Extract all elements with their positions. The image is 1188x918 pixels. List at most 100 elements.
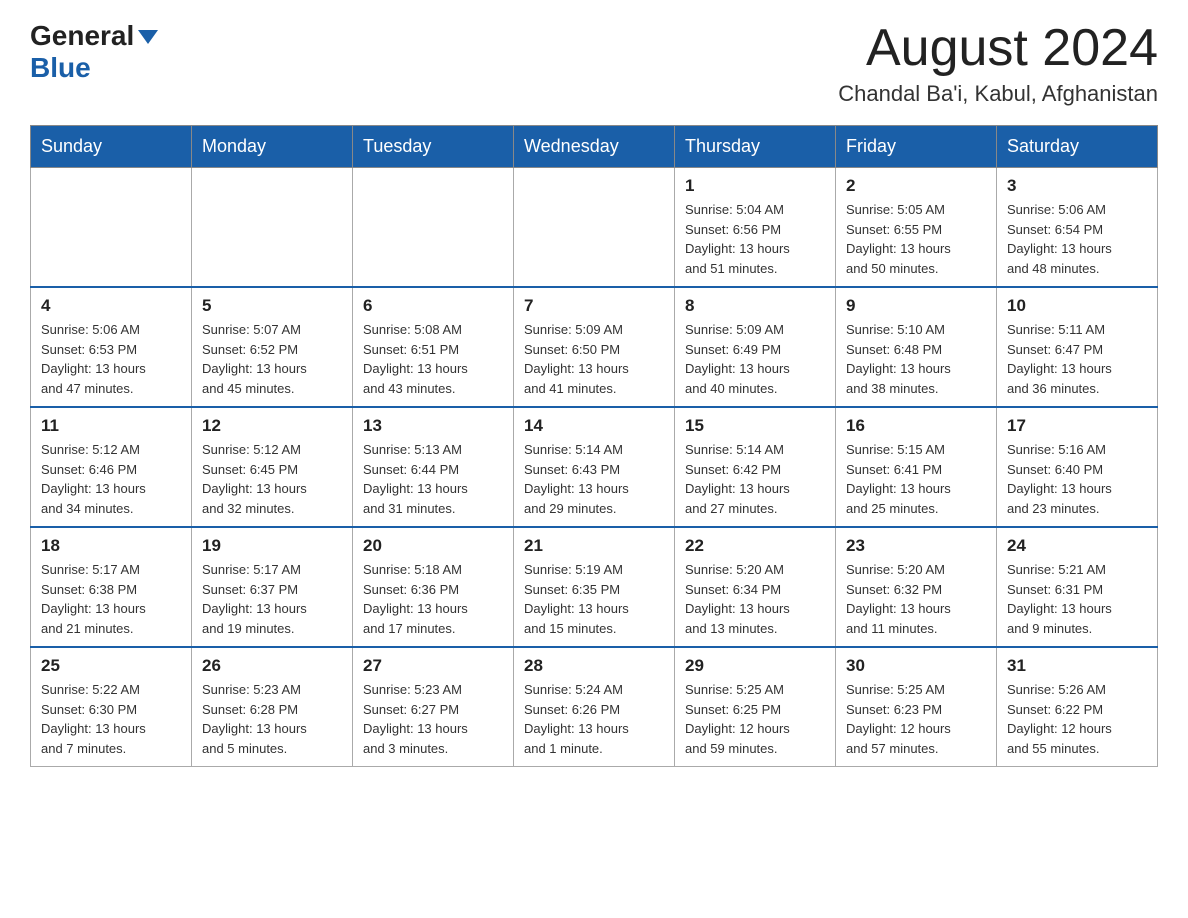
day-info: Sunrise: 5:17 AM Sunset: 6:38 PM Dayligh… xyxy=(41,560,181,638)
day-info: Sunrise: 5:20 AM Sunset: 6:34 PM Dayligh… xyxy=(685,560,825,638)
day-number: 31 xyxy=(1007,656,1147,676)
day-info: Sunrise: 5:07 AM Sunset: 6:52 PM Dayligh… xyxy=(202,320,342,398)
logo: General Blue xyxy=(30,20,158,84)
day-info: Sunrise: 5:10 AM Sunset: 6:48 PM Dayligh… xyxy=(846,320,986,398)
day-number: 24 xyxy=(1007,536,1147,556)
day-info: Sunrise: 5:12 AM Sunset: 6:45 PM Dayligh… xyxy=(202,440,342,518)
day-number: 28 xyxy=(524,656,664,676)
header-monday: Monday xyxy=(192,126,353,168)
calendar-cell-2-7: 10Sunrise: 5:11 AM Sunset: 6:47 PM Dayli… xyxy=(997,287,1158,407)
calendar-cell-3-1: 11 Sunrise: 5:12 AM Sunset: 6:46 PM Dayli… xyxy=(31,407,192,527)
day-info: Sunrise: 5:15 AM Sunset: 6:41 PM Dayligh… xyxy=(846,440,986,518)
calendar-cell-2-4: 7Sunrise: 5:09 AM Sunset: 6:50 PM Daylig… xyxy=(514,287,675,407)
calendar-cell-2-1: 4Sunrise: 5:06 AM Sunset: 6:53 PM Daylig… xyxy=(31,287,192,407)
calendar-week-3: 11 Sunrise: 5:12 AM Sunset: 6:46 PM Dayli… xyxy=(31,407,1158,527)
calendar-cell-2-5: 8Sunrise: 5:09 AM Sunset: 6:49 PM Daylig… xyxy=(675,287,836,407)
calendar-week-4: 18Sunrise: 5:17 AM Sunset: 6:38 PM Dayli… xyxy=(31,527,1158,647)
logo-blue-text: Blue xyxy=(30,52,91,84)
calendar-cell-3-4: 14 Sunrise: 5:14 AM Sunset: 6:43 PM Dayli… xyxy=(514,407,675,527)
day-info: Sunrise: 5:13 AM Sunset: 6:44 PM Dayligh… xyxy=(363,440,503,518)
day-number: 17 xyxy=(1007,416,1147,436)
day-number: 9 xyxy=(846,296,986,316)
day-number: 23 xyxy=(846,536,986,556)
day-info: Sunrise: 5:05 AM Sunset: 6:55 PM Dayligh… xyxy=(846,200,986,278)
calendar-cell-1-1 xyxy=(31,168,192,288)
logo-triangle-icon xyxy=(138,30,158,44)
day-number: 29 xyxy=(685,656,825,676)
day-number: 25 xyxy=(41,656,181,676)
day-info: Sunrise: 5:12 AM Sunset: 6:46 PM Dayligh… xyxy=(41,440,181,518)
calendar-cell-4-5: 22 Sunrise: 5:20 AM Sunset: 6:34 PM Dayli… xyxy=(675,527,836,647)
calendar-cell-4-6: 23 Sunrise: 5:20 AM Sunset: 6:32 PM Dayli… xyxy=(836,527,997,647)
calendar-cell-5-1: 25Sunrise: 5:22 AM Sunset: 6:30 PM Dayli… xyxy=(31,647,192,767)
day-number: 1 xyxy=(685,176,825,196)
day-number: 11 xyxy=(41,416,181,436)
calendar-cell-5-6: 30Sunrise: 5:25 AM Sunset: 6:23 PM Dayli… xyxy=(836,647,997,767)
logo-general-text: General xyxy=(30,20,158,52)
day-info: Sunrise: 5:14 AM Sunset: 6:43 PM Dayligh… xyxy=(524,440,664,518)
header-thursday: Thursday xyxy=(675,126,836,168)
day-number: 27 xyxy=(363,656,503,676)
calendar-cell-5-4: 28 Sunrise: 5:24 AM Sunset: 6:26 PM Dayli… xyxy=(514,647,675,767)
header-tuesday: Tuesday xyxy=(353,126,514,168)
calendar-cell-2-6: 9 Sunrise: 5:10 AM Sunset: 6:48 PM Daylig… xyxy=(836,287,997,407)
calendar-cell-1-6: 2 Sunrise: 5:05 AM Sunset: 6:55 PM Daylig… xyxy=(836,168,997,288)
day-info: Sunrise: 5:16 AM Sunset: 6:40 PM Dayligh… xyxy=(1007,440,1147,518)
day-info: Sunrise: 5:23 AM Sunset: 6:28 PM Dayligh… xyxy=(202,680,342,758)
day-info: Sunrise: 5:11 AM Sunset: 6:47 PM Dayligh… xyxy=(1007,320,1147,398)
day-info: Sunrise: 5:23 AM Sunset: 6:27 PM Dayligh… xyxy=(363,680,503,758)
day-info: Sunrise: 5:26 AM Sunset: 6:22 PM Dayligh… xyxy=(1007,680,1147,758)
calendar-cell-4-2: 19 Sunrise: 5:17 AM Sunset: 6:37 PM Dayli… xyxy=(192,527,353,647)
day-info: Sunrise: 5:08 AM Sunset: 6:51 PM Dayligh… xyxy=(363,320,503,398)
day-number: 22 xyxy=(685,536,825,556)
day-info: Sunrise: 5:19 AM Sunset: 6:35 PM Dayligh… xyxy=(524,560,664,638)
blue-label: Blue xyxy=(30,52,91,83)
day-number: 13 xyxy=(363,416,503,436)
day-info: Sunrise: 5:18 AM Sunset: 6:36 PM Dayligh… xyxy=(363,560,503,638)
calendar-cell-4-4: 21 Sunrise: 5:19 AM Sunset: 6:35 PM Dayli… xyxy=(514,527,675,647)
day-number: 3 xyxy=(1007,176,1147,196)
calendar-cell-2-2: 5 Sunrise: 5:07 AM Sunset: 6:52 PM Daylig… xyxy=(192,287,353,407)
day-info: Sunrise: 5:21 AM Sunset: 6:31 PM Dayligh… xyxy=(1007,560,1147,638)
calendar-cell-3-7: 17 Sunrise: 5:16 AM Sunset: 6:40 PM Dayli… xyxy=(997,407,1158,527)
calendar-table: SundayMondayTuesdayWednesdayThursdayFrid… xyxy=(30,125,1158,767)
location-subtitle: Chandal Ba'i, Kabul, Afghanistan xyxy=(838,81,1158,107)
day-number: 20 xyxy=(363,536,503,556)
day-info: Sunrise: 5:06 AM Sunset: 6:53 PM Dayligh… xyxy=(41,320,181,398)
day-number: 16 xyxy=(846,416,986,436)
calendar-cell-1-4 xyxy=(514,168,675,288)
header-friday: Friday xyxy=(836,126,997,168)
calendar-cell-3-5: 15Sunrise: 5:14 AM Sunset: 6:42 PM Dayli… xyxy=(675,407,836,527)
header-saturday: Saturday xyxy=(997,126,1158,168)
day-info: Sunrise: 5:20 AM Sunset: 6:32 PM Dayligh… xyxy=(846,560,986,638)
title-area: August 2024 Chandal Ba'i, Kabul, Afghani… xyxy=(838,20,1158,107)
calendar-cell-3-3: 13 Sunrise: 5:13 AM Sunset: 6:44 PM Dayli… xyxy=(353,407,514,527)
day-number: 5 xyxy=(202,296,342,316)
day-number: 15 xyxy=(685,416,825,436)
calendar-cell-4-3: 20 Sunrise: 5:18 AM Sunset: 6:36 PM Dayli… xyxy=(353,527,514,647)
header: General Blue August 2024 Chandal Ba'i, K… xyxy=(30,20,1158,107)
day-info: Sunrise: 5:25 AM Sunset: 6:25 PM Dayligh… xyxy=(685,680,825,758)
day-number: 12 xyxy=(202,416,342,436)
day-info: Sunrise: 5:24 AM Sunset: 6:26 PM Dayligh… xyxy=(524,680,664,758)
calendar-cell-3-2: 12 Sunrise: 5:12 AM Sunset: 6:45 PM Dayli… xyxy=(192,407,353,527)
calendar-cell-1-7: 3 Sunrise: 5:06 AM Sunset: 6:54 PM Daylig… xyxy=(997,168,1158,288)
calendar-header-row: SundayMondayTuesdayWednesdayThursdayFrid… xyxy=(31,126,1158,168)
calendar-cell-1-5: 1Sunrise: 5:04 AM Sunset: 6:56 PM Daylig… xyxy=(675,168,836,288)
calendar-week-5: 25Sunrise: 5:22 AM Sunset: 6:30 PM Dayli… xyxy=(31,647,1158,767)
calendar-cell-1-3 xyxy=(353,168,514,288)
calendar-cell-4-7: 24 Sunrise: 5:21 AM Sunset: 6:31 PM Dayli… xyxy=(997,527,1158,647)
month-title: August 2024 xyxy=(838,20,1158,77)
day-info: Sunrise: 5:06 AM Sunset: 6:54 PM Dayligh… xyxy=(1007,200,1147,278)
day-number: 14 xyxy=(524,416,664,436)
day-number: 19 xyxy=(202,536,342,556)
calendar-cell-5-5: 29 Sunrise: 5:25 AM Sunset: 6:25 PM Dayli… xyxy=(675,647,836,767)
day-number: 21 xyxy=(524,536,664,556)
calendar-cell-5-7: 31 Sunrise: 5:26 AM Sunset: 6:22 PM Dayli… xyxy=(997,647,1158,767)
day-number: 2 xyxy=(846,176,986,196)
calendar-cell-1-2 xyxy=(192,168,353,288)
day-number: 30 xyxy=(846,656,986,676)
calendar-cell-4-1: 18Sunrise: 5:17 AM Sunset: 6:38 PM Dayli… xyxy=(31,527,192,647)
day-info: Sunrise: 5:17 AM Sunset: 6:37 PM Dayligh… xyxy=(202,560,342,638)
calendar-cell-2-3: 6Sunrise: 5:08 AM Sunset: 6:51 PM Daylig… xyxy=(353,287,514,407)
